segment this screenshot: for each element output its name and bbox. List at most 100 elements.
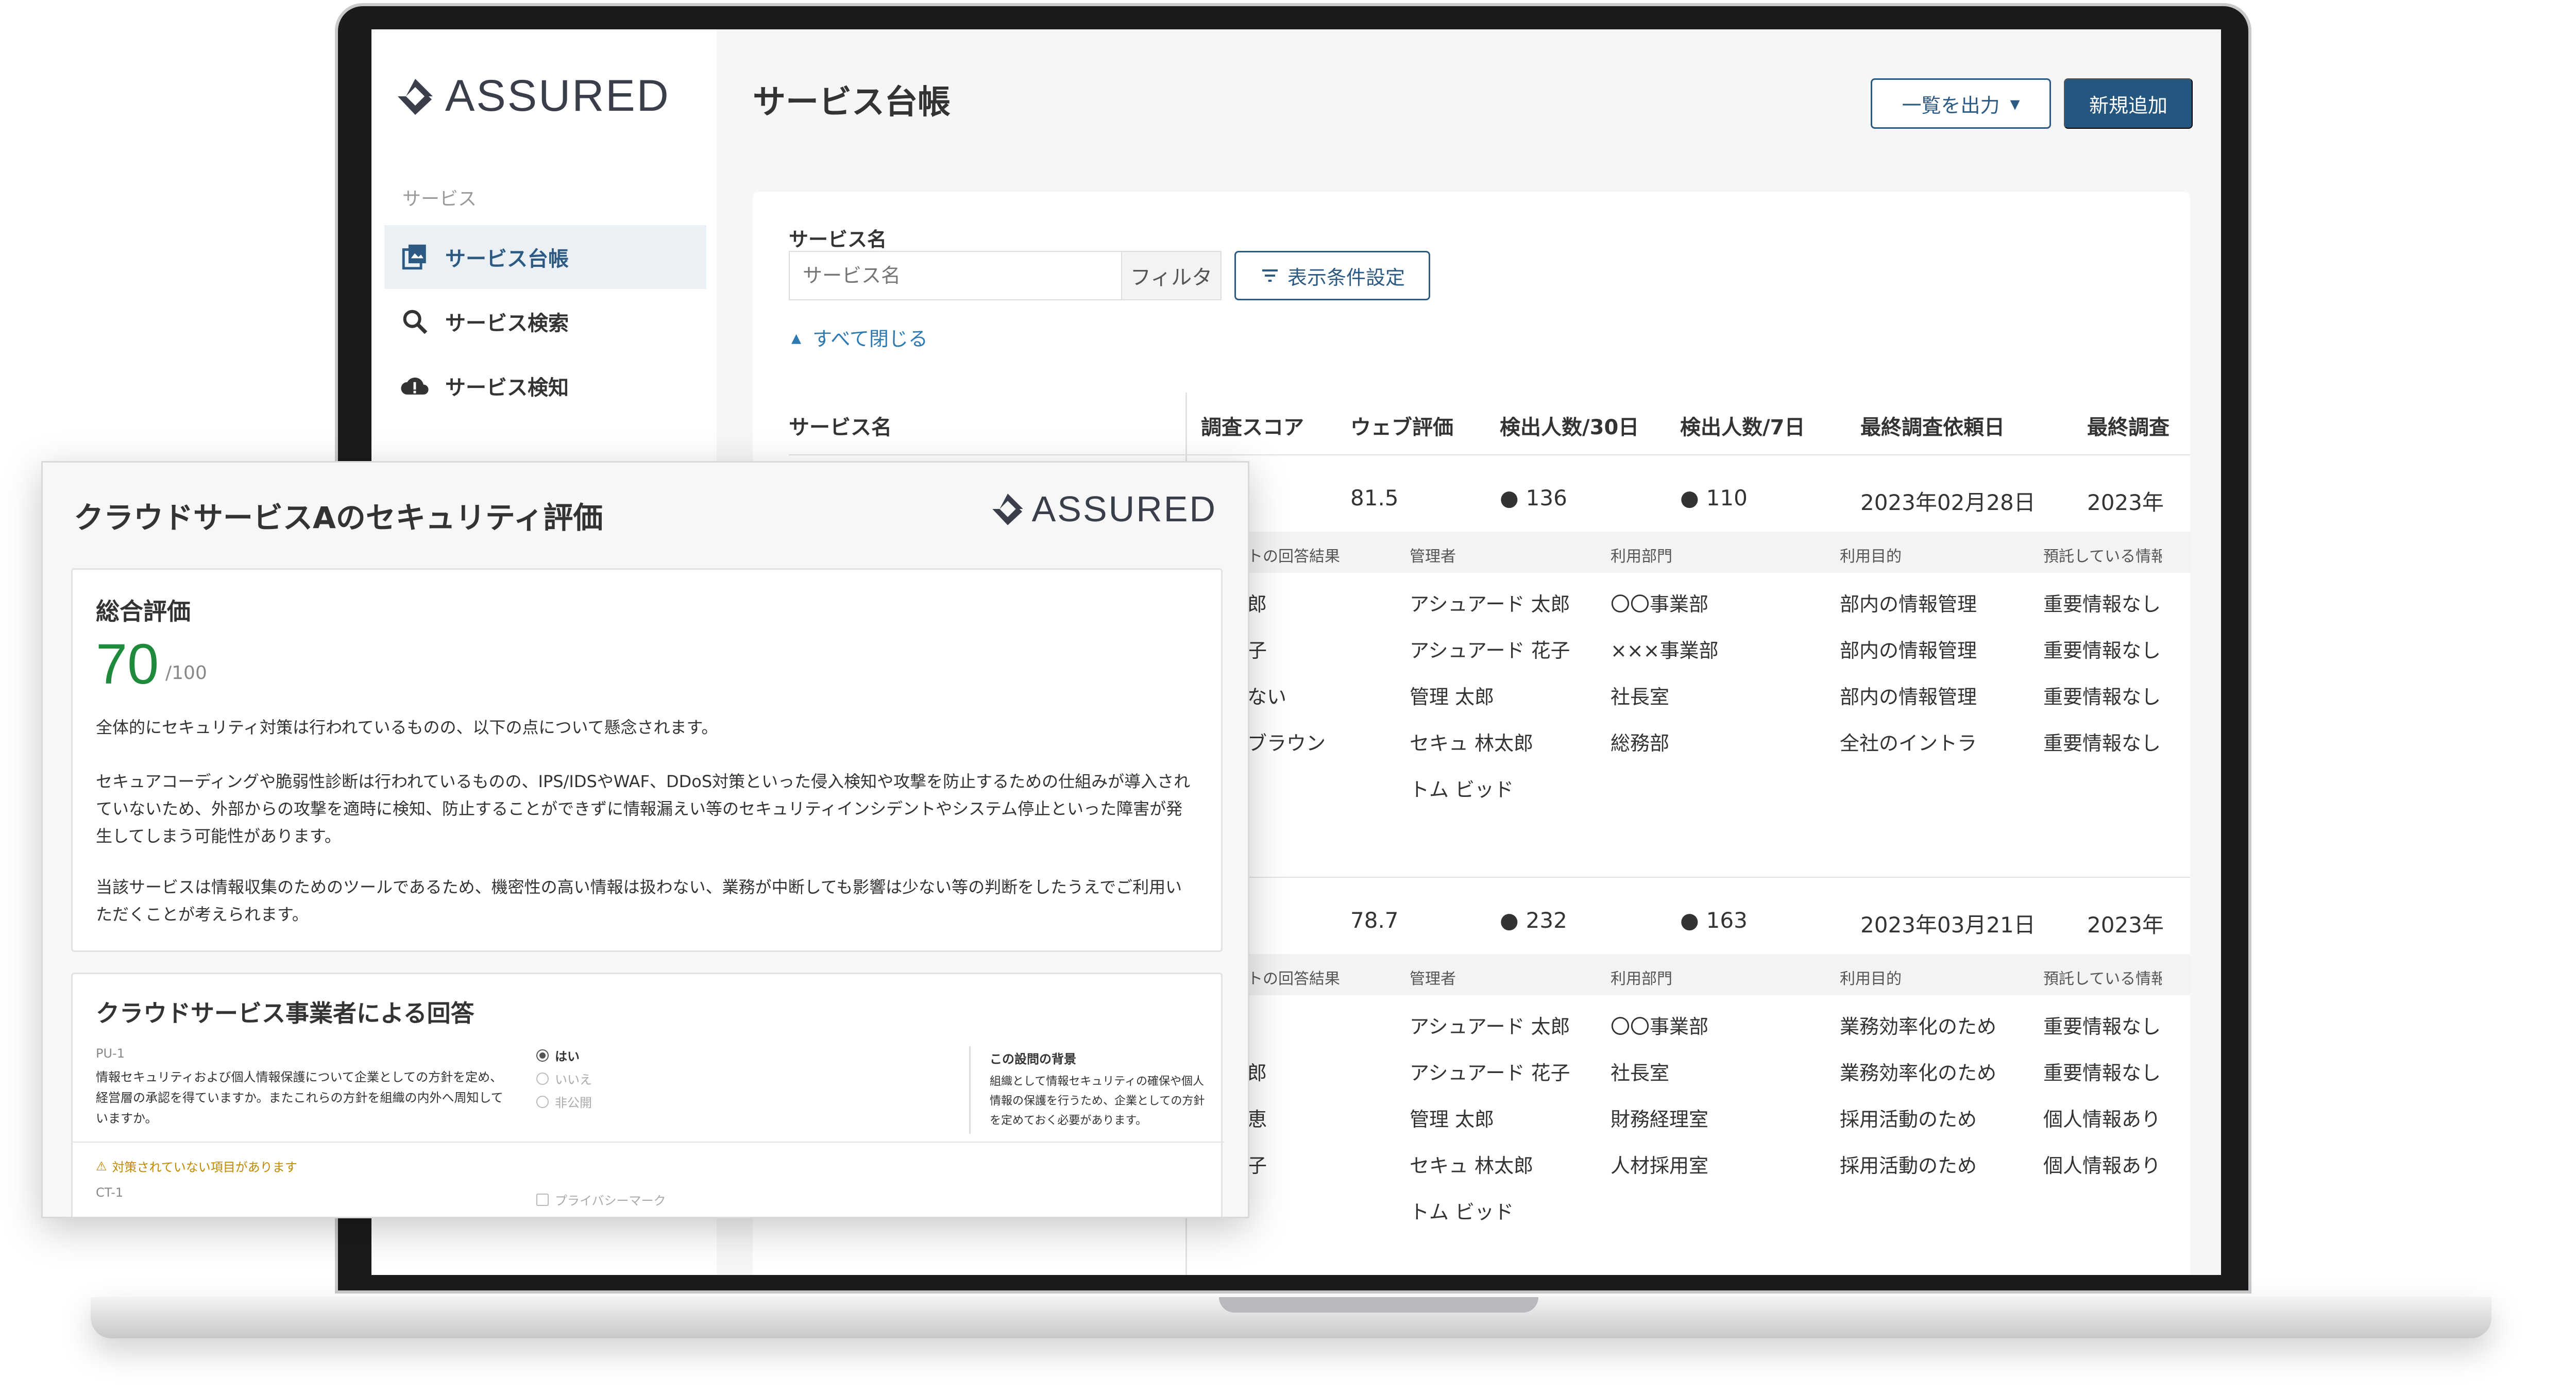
detail-header-department: 利用部門 bbox=[1611, 548, 1672, 566]
sidebar-item-ledger[interactable]: サービス台帳 bbox=[384, 225, 706, 289]
export-list-button[interactable]: 一覧を出力 ▾ bbox=[1871, 78, 2051, 129]
evaluation-recommendation: 当該サービスは情報収集のためのツールであるため、機密性の高い情報は扱わない、業務… bbox=[96, 877, 1182, 924]
column-header-last-survey[interactable]: 最終調査 bbox=[2087, 411, 2190, 440]
detail-cell: 〇〇事業部 bbox=[1611, 1015, 1709, 1038]
detected-7d-count: 110 bbox=[1706, 485, 1748, 511]
detail-cell: 子 bbox=[1247, 1154, 1267, 1177]
warning-text: 対策されていない項目があります bbox=[112, 1160, 297, 1175]
detected-30d-count: 232 bbox=[1526, 908, 1567, 933]
detail-cell: 個人情報あり bbox=[2043, 1108, 2161, 1131]
sidebar-item-label: サービス検知 bbox=[445, 376, 569, 400]
detail-cell: 恵 bbox=[1247, 1108, 1267, 1131]
background-title: この設問の背景 bbox=[990, 1052, 1076, 1066]
logo-mark-icon bbox=[398, 78, 433, 115]
detail-cell: 全社のイントラ bbox=[1840, 732, 1977, 755]
warning-message: ⚠ 対策されていない項目があります bbox=[96, 1157, 297, 1175]
detail-header-purpose: 利用目的 bbox=[1840, 548, 1902, 566]
detail-cell: 子 bbox=[1247, 639, 1267, 662]
detail-cell: ×××事業部 bbox=[1611, 639, 1719, 662]
detected-30d-value: ● 232 bbox=[1500, 908, 1567, 933]
radio-private[interactable]: 非公開 bbox=[536, 1093, 592, 1111]
detail-cell: 重要情報なし bbox=[2043, 639, 2161, 662]
report-logo: ASSURED bbox=[990, 488, 1217, 530]
detail-cell: 〇〇事業部 bbox=[1611, 593, 1709, 616]
detail-cell: 社長室 bbox=[1611, 1062, 1670, 1084]
display-settings-label: 表示条件設定 bbox=[1287, 266, 1405, 289]
detected-7d-value: ● 110 bbox=[1680, 485, 1748, 511]
sidebar-section-label: サービス bbox=[402, 189, 477, 210]
user-circle-icon: ● bbox=[1680, 908, 1699, 933]
filter-button[interactable]: フィルタ bbox=[1121, 251, 1222, 300]
laptop-base bbox=[91, 1297, 2492, 1338]
column-header-detected-7d[interactable]: 検出人数/7日 bbox=[1680, 411, 1805, 440]
column-header-web-rating[interactable]: ウェブ評価 bbox=[1350, 411, 1453, 440]
detail-cell: アシュアード 太郎 bbox=[1410, 1015, 1570, 1038]
detail-cell: 部内の情報管理 bbox=[1840, 593, 1977, 616]
display-settings-button[interactable]: 表示条件設定 bbox=[1234, 251, 1430, 300]
radio-empty-icon bbox=[536, 1072, 549, 1085]
detail-cell: 財務経理室 bbox=[1611, 1108, 1709, 1131]
app-logo[interactable]: ASSURED bbox=[395, 71, 670, 122]
detail-cell: トム ビッド bbox=[1410, 1201, 1514, 1223]
detail-header-answers: トの回答結果 bbox=[1247, 970, 1340, 988]
detail-cell: 郎 bbox=[1247, 593, 1267, 616]
detail-cell: セキュ 林太郎 bbox=[1410, 732, 1534, 755]
checkbox-icon bbox=[536, 1193, 549, 1206]
user-circle-icon: ● bbox=[1500, 485, 1519, 511]
cloud-alert-icon bbox=[401, 377, 429, 395]
service-name-input[interactable] bbox=[789, 251, 1121, 300]
detail-cell: 社長室 bbox=[1611, 686, 1670, 708]
detail-subheader bbox=[1201, 954, 2190, 995]
evaluation-detail: セキュアコーディングや脆弱性診断は行われているものの、IPS/IDSやWAF、D… bbox=[96, 772, 1191, 846]
report-title: クラウドサービスAのセキュリティ評価 bbox=[74, 500, 603, 535]
security-report-card: クラウドサービスAのセキュリティ評価 ASSURED 総合評価 70 /100 … bbox=[41, 461, 1249, 1218]
detail-cell: 管理 太郎 bbox=[1410, 1108, 1495, 1131]
export-label: 一覧を出力 bbox=[1902, 95, 2000, 117]
column-header-detected-30d[interactable]: 検出人数/30日 bbox=[1500, 411, 1639, 440]
detail-header-info: 預託している情報 bbox=[2043, 548, 2162, 566]
checkbox-privacy-mark[interactable]: プライバシーマーク bbox=[536, 1190, 666, 1209]
collapse-all-link[interactable]: ▴ すべて閉じる bbox=[791, 323, 928, 351]
question-text: 情報セキュリティおよび個人情報保護について企業としての方針を定め、経営層の承認を… bbox=[96, 1070, 503, 1126]
detail-cell: 業務効率化のため bbox=[1840, 1015, 1997, 1038]
detail-header-answers: トの回答結果 bbox=[1247, 548, 1340, 566]
detected-7d-count: 163 bbox=[1706, 908, 1748, 933]
sidebar-item-search[interactable]: サービス検索 bbox=[384, 290, 706, 353]
overall-score: 70 bbox=[96, 633, 159, 696]
detail-header-purpose: 利用目的 bbox=[1840, 970, 1902, 988]
column-header-service-name[interactable]: サービス名 bbox=[789, 411, 892, 440]
detail-cell: セキュ 林太郎 bbox=[1410, 1154, 1534, 1177]
last-request-date: 2023年02月28日 bbox=[1860, 490, 2036, 515]
detail-cell: 総務部 bbox=[1611, 732, 1670, 755]
detail-cell: 重要情報なし bbox=[2043, 1062, 2161, 1084]
last-survey-date: 2023年 bbox=[2087, 912, 2164, 938]
question-id: CT-1 bbox=[96, 1185, 124, 1200]
detail-cell: 採用活動のため bbox=[1840, 1108, 1977, 1131]
column-header-survey-score[interactable]: 調査スコア bbox=[1201, 411, 1304, 440]
sidebar-item-label: サービス検索 bbox=[445, 312, 569, 335]
detail-cell: 人材採用室 bbox=[1611, 1154, 1709, 1177]
answers-title: クラウドサービス事業者による回答 bbox=[96, 999, 474, 1027]
detail-cell: 郎 bbox=[1247, 1062, 1267, 1084]
user-circle-icon: ● bbox=[1680, 485, 1699, 511]
question-id: PU-1 bbox=[96, 1046, 125, 1061]
last-request-date: 2023年03月21日 bbox=[1860, 912, 2036, 938]
radio-no[interactable]: いいえ bbox=[536, 1069, 592, 1087]
detail-cell: 部内の情報管理 bbox=[1840, 639, 1977, 662]
last-survey-date: 2023年 bbox=[2087, 490, 2164, 515]
overall-label: 総合評価 bbox=[96, 598, 191, 625]
caret-down-icon: ▾ bbox=[2010, 93, 2020, 115]
option-label: 非公開 bbox=[555, 1096, 592, 1110]
provider-answers-box: クラウドサービス事業者による回答 PU-1 情報セキュリティおよび個人情報保護に… bbox=[71, 973, 1224, 1217]
sidebar-item-label: サービス台帳 bbox=[445, 247, 569, 271]
column-header-last-request[interactable]: 最終調査依頼日 bbox=[1860, 411, 2005, 440]
detail-cell: 採用活動のため bbox=[1840, 1154, 1977, 1177]
warning-triangle-icon: ⚠ bbox=[96, 1159, 107, 1173]
detail-cell: アシュアード 太郎 bbox=[1410, 593, 1570, 616]
detail-cell: 重要情報なし bbox=[2043, 686, 2161, 708]
radio-yes[interactable]: はい bbox=[536, 1046, 580, 1064]
user-circle-icon: ● bbox=[1500, 908, 1519, 933]
add-new-button[interactable]: 新規追加 bbox=[2064, 78, 2193, 129]
sidebar-item-detect[interactable]: サービス検知 bbox=[384, 354, 706, 418]
collapse-all-label: すべて閉じる bbox=[812, 328, 928, 350]
